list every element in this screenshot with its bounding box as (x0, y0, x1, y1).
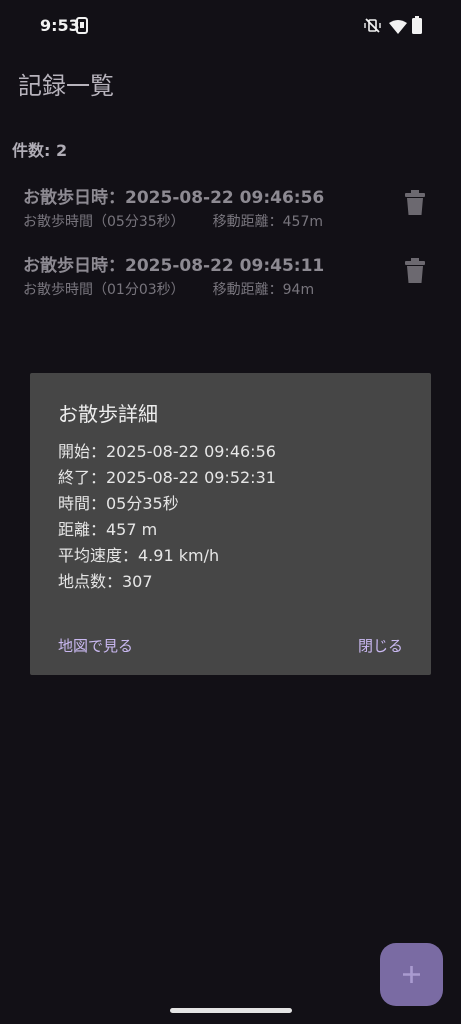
battery-icon (412, 16, 422, 38)
view-map-button[interactable]: 地図で見る (58, 635, 133, 656)
detail-point-count: 地点数：307 (58, 572, 153, 591)
record-duration: お散歩時間（05分35秒） (23, 214, 185, 230)
record-datetime: お散歩日時：2025-08-22 09:45:11 (23, 256, 325, 276)
record-details: お散歩時間（05分35秒） 移動距離：457m (23, 211, 323, 231)
detail-avg-speed: 平均速度：4.91 km/h (58, 546, 220, 565)
detail-end: 終了：2025-08-22 09:52:31 (58, 468, 276, 487)
page-title: 記録一覧 (18, 72, 114, 100)
record-row[interactable]: お散歩日時：2025-08-22 09:46:56 お散歩時間（05分35秒） 移… (0, 183, 461, 245)
mute-vibrate-icon (364, 17, 381, 38)
delete-trash-icon[interactable] (404, 258, 426, 288)
dialog-title: お散歩詳細 (58, 402, 158, 426)
add-record-button[interactable] (380, 943, 443, 1006)
detail-distance: 距離：457 m (58, 520, 158, 539)
plus-icon (380, 943, 443, 1006)
record-row[interactable]: お散歩日時：2025-08-22 09:45:11 お散歩時間（01分03秒） 移… (0, 251, 461, 313)
status-time: 9:53 (40, 16, 80, 35)
record-count: 件数: 2 (12, 141, 68, 160)
screen-record-icon (76, 17, 88, 38)
record-details: お散歩時間（01分03秒） 移動距離：94m (23, 279, 314, 299)
record-distance: 移動距離：94m (212, 282, 315, 298)
status-bar: 9:53 (0, 0, 461, 52)
record-datetime: お散歩日時：2025-08-22 09:46:56 (23, 188, 325, 208)
record-distance: 移動距離：457m (212, 214, 323, 230)
delete-trash-icon[interactable] (404, 190, 426, 220)
detail-start: 開始：2025-08-22 09:46:56 (58, 442, 276, 461)
close-button[interactable]: 閉じる (358, 635, 403, 656)
dialog-details: 開始：2025-08-22 09:46:56 終了：2025-08-22 09:… (58, 439, 276, 595)
detail-duration: 時間：05分35秒 (58, 494, 179, 513)
record-duration: お散歩時間（01分03秒） (23, 282, 185, 298)
walk-detail-dialog: お散歩詳細 開始：2025-08-22 09:46:56 終了：2025-08-… (30, 373, 431, 675)
gesture-nav-bar[interactable] (170, 1008, 292, 1013)
wifi-icon (389, 19, 407, 38)
